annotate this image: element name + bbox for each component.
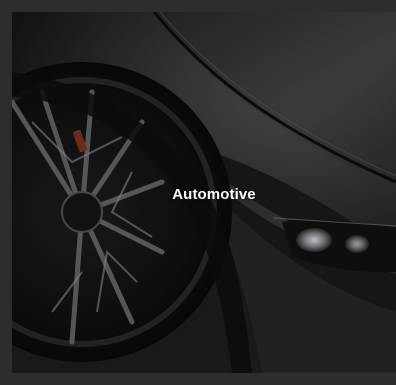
category-tile-automotive[interactable]: Automotive (12, 12, 396, 373)
page-background: Automotive (0, 0, 396, 385)
car-wheel-photo-icon (12, 12, 396, 373)
